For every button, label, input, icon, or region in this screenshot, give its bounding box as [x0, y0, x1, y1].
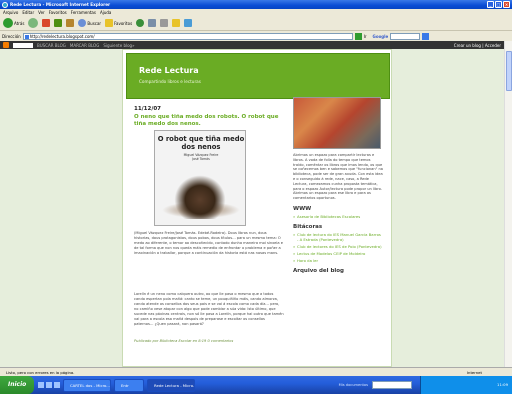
post-paragraph-2: Lorelín é un neno como calquera outro, a… [134, 292, 284, 326]
home-icon[interactable] [66, 19, 75, 27]
sidebar-heading-bitacoras: Bitácoras [293, 223, 323, 230]
refresh-icon[interactable] [54, 19, 63, 27]
go-label: Ir [363, 33, 367, 39]
sidebar-link-bitacora-1[interactable]: Club de lectura do IES Manuel García Bar… [293, 232, 383, 242]
navbar-search-input[interactable] [13, 42, 33, 48]
taskbar-item-entr[interactable]: Entr [114, 378, 144, 392]
history-icon[interactable] [136, 19, 145, 27]
vertical-scrollbar[interactable] [504, 41, 512, 367]
taskbar-item-cartel[interactable]: CARTEL dos - Micro... [63, 378, 111, 392]
forward-button[interactable] [28, 18, 39, 28]
blog-title[interactable]: Rede Lectura [139, 66, 199, 75]
sidebar-link-bitacora-2[interactable]: Club de lectores do IES de Poio (Ponteve… [293, 244, 383, 249]
create-blog-link[interactable]: Crear un blog | Acceder [454, 43, 501, 48]
sidebar-link-bitacora-4[interactable]: Horo da ler [293, 258, 383, 263]
menu-editar[interactable]: Editar [22, 9, 34, 16]
book-cover-image[interactable]: O robot que tiña medo dos nenos Miguel V… [154, 130, 246, 226]
google-search-button[interactable] [422, 32, 430, 40]
taskbar-item-rede-lectura[interactable]: Rede Lectura - Micro... [147, 378, 195, 392]
blogger-logo-icon[interactable] [3, 42, 9, 48]
minimize-button[interactable]: _ [487, 1, 494, 8]
menu-ayuda[interactable]: Ajuda [100, 9, 111, 16]
address-label: Dirección [2, 33, 21, 39]
blogger-navbar: BUSCAR BLOG MARCAR BLOG Siguiente blog» … [0, 41, 504, 49]
ie-quicklaunch-icon[interactable] [46, 382, 52, 388]
browser-content: BUSCAR BLOG MARCAR BLOG Siguiente blog» … [0, 41, 504, 367]
go-button[interactable] [354, 32, 362, 40]
post: 11/12/07 O neno que tiña medo dos robots… [134, 106, 284, 343]
menu-archivo[interactable]: Arquivo [3, 9, 18, 16]
taskbar-search-label: Mis documentos [338, 383, 368, 387]
post-title[interactable]: O neno que tiña medo dos robots. O robot… [134, 114, 284, 127]
menu-bar: Arquivo Editar Ver Favoritos Ferramentas… [0, 9, 512, 16]
status-text: Listo, pero con errores en la página. [6, 370, 75, 375]
sidebar-heading-archive: Arquivo del blog [293, 267, 344, 274]
window-title: Rede Lectura - Microsoft Internet Explor… [10, 2, 111, 7]
taskbar: Inicio CARTEL dos - Micro... Entr Rede L… [0, 376, 512, 394]
book-cover-title: O robot que tiña medo dos nenos [157, 135, 245, 151]
search-button[interactable]: Buscar [78, 19, 101, 27]
window-titlebar: Rede Lectura - Microsoft Internet Explor… [0, 0, 512, 9]
mail-icon[interactable] [148, 19, 157, 27]
google-toolbar: Google [372, 32, 430, 40]
sidebar-heading-www: WWW [293, 205, 312, 212]
google-label: Google [372, 33, 389, 39]
close-button[interactable]: × [503, 1, 510, 8]
desktop-search-input[interactable] [372, 381, 412, 389]
search-icon [78, 19, 87, 27]
blog-header: Rede Lectura Compartindo libros e lectur… [126, 53, 390, 99]
book-cover-authors: Miguel Vázquez Freire José Tomás [183, 153, 219, 161]
sidebar-link-asesoria[interactable]: Asesoría de Bibliotecas Escolares [293, 214, 383, 219]
next-blog-link[interactable]: Siguiente blog» [103, 43, 134, 48]
print-icon[interactable] [160, 19, 169, 27]
post-date: 11/12/07 [134, 106, 161, 112]
sidebar-photo [293, 97, 381, 149]
post-byline[interactable]: Publicado por Biblioteca Escolar en 8:19… [134, 339, 284, 344]
sidebar-intro: Abrimos un espazo para compartir lectura… [293, 153, 383, 201]
address-bar: Dirección http://redelectura.blogspot.co… [0, 31, 512, 41]
blog-page: Rede Lectura Compartindo libros e lectur… [122, 49, 392, 367]
blog-description: Compartindo libros e lecturas [139, 79, 201, 84]
toolbar: Atrás Buscar Favoritos [0, 16, 512, 31]
sidebar: Abrimos un espazo para compartir lectura… [293, 97, 383, 274]
sidebar-link-bitacora-3[interactable]: Lectus de Modelos CEIP de Moldeiro [293, 251, 383, 256]
stop-icon[interactable] [42, 19, 51, 27]
ie-icon [2, 1, 8, 8]
star-icon [105, 19, 114, 27]
messenger-icon[interactable] [184, 19, 193, 27]
status-bar: Listo, pero con errores en la página. In… [0, 367, 512, 376]
folder-icon[interactable] [172, 19, 181, 27]
mark-blog-link[interactable]: MARCAR BLOG [70, 43, 99, 48]
quick-launch [38, 382, 60, 388]
menu-ver[interactable]: Ver [38, 9, 45, 16]
maximize-button[interactable]: □ [495, 1, 502, 8]
media-icon[interactable] [54, 382, 60, 388]
menu-favoritos[interactable]: Favoritos [49, 9, 67, 16]
scrollbar-thumb[interactable] [506, 51, 512, 91]
post-paragraph-1: (Miguel Vázquez Freire/José Tomás. Edebé… [134, 231, 283, 255]
back-arrow-icon [3, 18, 13, 28]
start-button[interactable]: Inicio [0, 376, 34, 394]
address-input[interactable]: http://redelectura.blogspot.com/ [22, 32, 353, 40]
google-search-input[interactable] [390, 32, 421, 40]
system-tray: 11:09 [420, 376, 512, 394]
book-illustration [170, 171, 230, 219]
search-blog-link[interactable]: BUSCAR BLOG [37, 43, 66, 48]
menu-herramientas[interactable]: Ferramentas [71, 9, 96, 16]
clock: 11:09 [497, 382, 508, 387]
back-button[interactable]: Atrás [3, 18, 24, 28]
desktop-icon[interactable] [38, 382, 44, 388]
favorites-button[interactable]: Favoritos [105, 19, 132, 27]
